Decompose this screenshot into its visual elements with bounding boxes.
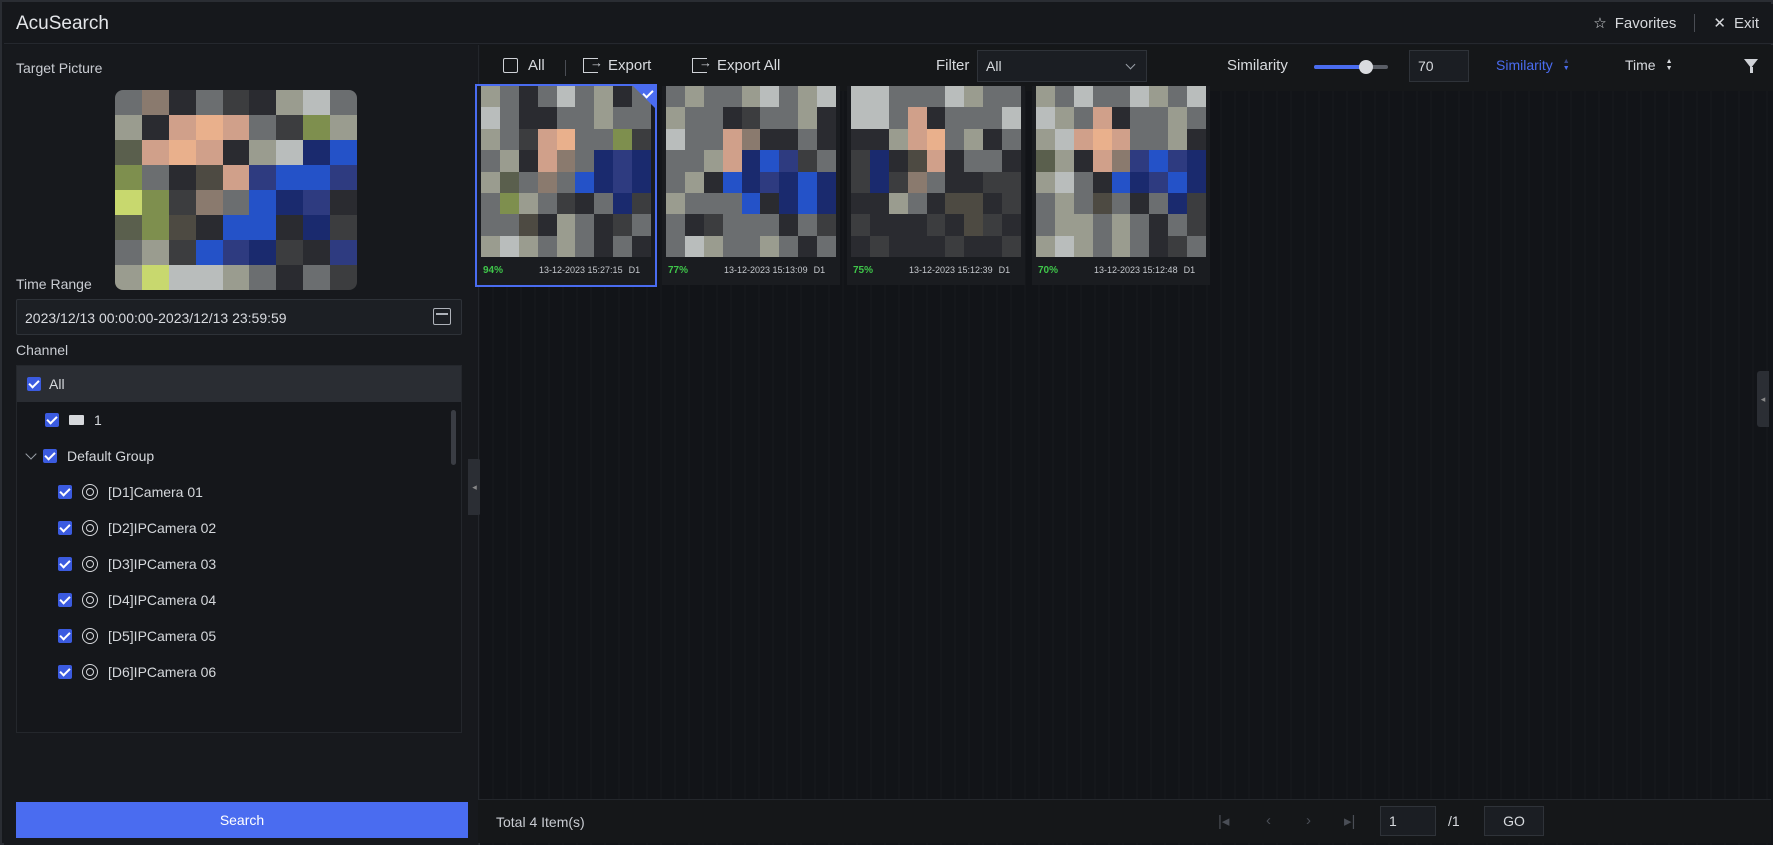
- close-icon: ✕: [1713, 14, 1726, 32]
- page-number-value: 1: [1389, 813, 1397, 829]
- capture-time: 13-12-2023 15:12:48: [1094, 265, 1178, 275]
- camera-checkbox[interactable]: [58, 629, 72, 643]
- prev-page-button[interactable]: ‹: [1266, 812, 1271, 829]
- result-meta: 75% 13-12-2023 15:12:39 D1: [851, 258, 1021, 282]
- result-thumbnail[interactable]: [1036, 86, 1206, 257]
- title-bar: AcuSearch ☆ Favorites ✕ Exit: [4, 4, 1773, 44]
- result-card[interactable]: 70% 13-12-2023 15:12:48 D1: [1032, 86, 1210, 285]
- capture-channel: D1: [1183, 265, 1196, 275]
- collapse-right-panel-handle[interactable]: ◂: [1757, 371, 1769, 427]
- camera-label: [D6]IPCamera 06: [108, 664, 217, 680]
- camera-label: [D4]IPCamera 04: [108, 592, 217, 608]
- tree-item-camera[interactable]: [D6]IPCamera 06: [17, 654, 461, 690]
- page-total: /1: [1448, 813, 1460, 829]
- camera-checkbox[interactable]: [58, 557, 72, 571]
- similarity-score: 94%: [483, 264, 504, 276]
- go-button[interactable]: GO: [1484, 806, 1544, 836]
- result-thumbnail[interactable]: [851, 86, 1021, 257]
- channel-tree: All 1 Default Group [D1]Camera 01 [D2]IPC…: [16, 365, 462, 733]
- folder-icon: [69, 415, 84, 425]
- time-range-label: Time Range: [16, 276, 92, 292]
- capture-time: 13-12-2023 15:12:39: [909, 265, 993, 275]
- result-card[interactable]: 94% 13-12-2023 15:27:15 D1: [475, 84, 657, 287]
- capture-channel: D1: [813, 265, 826, 275]
- result-meta: 94% 13-12-2023 15:27:15 D1: [481, 258, 651, 282]
- tree-item-camera[interactable]: [D4]IPCamera 04: [17, 582, 461, 618]
- time-range-value: 2023/12/13 00:00:00-2023/12/13 23:59:59: [25, 310, 287, 326]
- total-items: Total 4 Item(s): [496, 814, 585, 830]
- tree-item-1[interactable]: 1: [17, 402, 461, 438]
- first-page-button[interactable]: |◂: [1218, 812, 1229, 830]
- capture-time: 13-12-2023 15:27:15: [539, 265, 623, 275]
- exit-button[interactable]: ✕ Exit: [1713, 15, 1759, 32]
- similarity-score: 77%: [668, 264, 689, 276]
- selected-check-icon[interactable]: [633, 86, 655, 108]
- capture-channel: D1: [628, 265, 641, 275]
- tree-item-camera[interactable]: [D2]IPCamera 02: [17, 510, 461, 546]
- camera-label: [D5]IPCamera 05: [108, 628, 217, 644]
- tree-item-camera[interactable]: [D5]IPCamera 05: [17, 618, 461, 654]
- results-footer: Total 4 Item(s) |◂ ‹ › ▸| 1 /1 GO: [478, 799, 1771, 843]
- channel-label: Channel: [16, 342, 69, 358]
- tree-item-camera[interactable]: [D3]IPCamera 03: [17, 546, 461, 582]
- result-card[interactable]: 75% 13-12-2023 15:12:39 D1: [847, 86, 1025, 285]
- tree-item-label: All: [49, 376, 65, 392]
- capture-time: 13-12-2023 15:13:09: [724, 265, 808, 275]
- capture-channel: D1: [998, 265, 1011, 275]
- exit-label: Exit: [1733, 14, 1759, 32]
- tree-item-label: 1: [94, 412, 102, 428]
- favorites-label: Favorites: [1614, 14, 1677, 32]
- tree-item-camera[interactable]: [D1]Camera 01: [17, 474, 461, 510]
- calendar-icon[interactable]: [433, 308, 451, 325]
- similarity-score: 75%: [853, 264, 874, 276]
- target-picture: [115, 90, 357, 290]
- next-page-button[interactable]: ›: [1306, 812, 1311, 829]
- result-thumbnail[interactable]: [481, 86, 651, 257]
- search-button[interactable]: Search: [16, 802, 468, 838]
- camera-checkbox[interactable]: [58, 665, 72, 679]
- camera-checkbox[interactable]: [58, 521, 72, 535]
- results-grid: 94% 13-12-2023 15:27:15 D1 77% 13-12-2023 15…: [475, 43, 1771, 343]
- camera-icon: [82, 628, 98, 644]
- target-picture-label: Target Picture: [16, 60, 103, 76]
- camera-checkbox[interactable]: [58, 485, 72, 499]
- camera-icon: [82, 592, 98, 608]
- checkbox-default-group[interactable]: [43, 449, 57, 463]
- checkbox-all[interactable]: [27, 377, 41, 391]
- camera-icon: [82, 520, 98, 536]
- camera-label: [D1]Camera 01: [108, 484, 203, 500]
- camera-label: [D3]IPCamera 03: [108, 556, 217, 572]
- camera-checkbox[interactable]: [58, 593, 72, 607]
- camera-icon: [82, 556, 98, 572]
- tree-item-all[interactable]: All: [17, 366, 461, 402]
- last-page-button[interactable]: ▸|: [1344, 812, 1355, 830]
- time-range-input[interactable]: 2023/12/13 00:00:00-2023/12/13 23:59:59: [16, 299, 462, 335]
- result-meta: 77% 13-12-2023 15:13:09 D1: [666, 258, 836, 282]
- titlebar-divider: [1694, 14, 1696, 32]
- camera-icon: [82, 484, 98, 500]
- camera-label: [D2]IPCamera 02: [108, 520, 217, 536]
- star-icon: ☆: [1593, 14, 1607, 32]
- result-meta: 70% 13-12-2023 15:12:48 D1: [1036, 258, 1206, 282]
- search-conditions-panel: Target Picture Time Range 2023/12/13 00:…: [4, 45, 481, 845]
- favorites-button[interactable]: ☆ Favorites: [1593, 15, 1676, 32]
- page-number-input[interactable]: 1: [1380, 806, 1436, 836]
- tree-item-default-group[interactable]: Default Group: [17, 438, 461, 474]
- camera-icon: [82, 664, 98, 680]
- checkbox-node-1[interactable]: [45, 413, 59, 427]
- result-card[interactable]: 77% 13-12-2023 15:13:09 D1: [662, 86, 840, 285]
- chevron-down-icon[interactable]: [25, 448, 37, 460]
- similarity-score: 70%: [1038, 264, 1059, 276]
- result-thumbnail[interactable]: [666, 86, 836, 257]
- app-title: AcuSearch: [16, 13, 109, 34]
- tree-item-label: Default Group: [67, 448, 155, 464]
- channel-scrollbar[interactable]: [451, 410, 456, 465]
